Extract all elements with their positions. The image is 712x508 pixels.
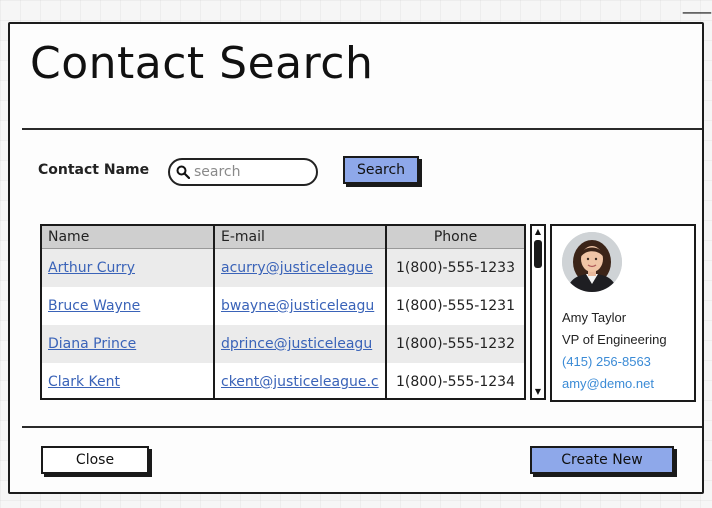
contact-name-link[interactable]: Arthur Curry bbox=[48, 260, 135, 276]
contact-name-cell: Arthur Curry bbox=[42, 248, 215, 287]
table-scrollbar[interactable]: ▲ ▼ bbox=[530, 224, 546, 400]
contact-email-link[interactable]: dprince@justiceleagu bbox=[221, 336, 372, 352]
search-button[interactable]: Search bbox=[343, 156, 419, 184]
table-header-row: Name E-mail Phone bbox=[42, 226, 524, 249]
contact-email-link[interactable]: acurry@justiceleague bbox=[221, 260, 373, 276]
contact-phone-cell: 1(800)-555-1233 bbox=[386, 248, 524, 287]
contact-name-link[interactable]: Bruce Wayne bbox=[48, 298, 140, 314]
table-row[interactable]: Bruce Wayne bwayne@justiceleagu 1(800)-5… bbox=[42, 287, 524, 325]
contact-email-link[interactable]: ckent@justiceleague.c bbox=[221, 374, 379, 390]
contact-email-cell: bwayne@justiceleagu bbox=[214, 287, 387, 325]
profile-email-link[interactable]: amy@demo.net bbox=[562, 376, 654, 391]
scroll-up-icon[interactable]: ▲ bbox=[532, 226, 544, 238]
avatar-photo bbox=[562, 232, 622, 292]
table-row[interactable]: Arthur Curry acurry@justiceleague 1(800)… bbox=[42, 248, 524, 287]
contact-email-link[interactable]: bwayne@justiceleagu bbox=[221, 298, 374, 314]
create-new-button[interactable]: Create New bbox=[530, 446, 674, 474]
contact-name-cell: Clark Kent bbox=[42, 363, 215, 398]
contact-profile-card: Amy Taylor VP of Engineering (415) 256-8… bbox=[550, 224, 696, 402]
contact-phone-cell: 1(800)-555-1234 bbox=[386, 363, 524, 398]
contact-name-link[interactable]: Clark Kent bbox=[48, 374, 120, 390]
search-icon bbox=[176, 165, 190, 179]
contacts-table: Name E-mail Phone Arthur Curry acurry@ju… bbox=[40, 224, 526, 400]
search-input[interactable] bbox=[194, 164, 304, 180]
scroll-down-icon[interactable]: ▼ bbox=[532, 386, 544, 398]
contact-name-label: Contact Name bbox=[38, 162, 150, 178]
contact-name-link[interactable]: Diana Prince bbox=[48, 336, 136, 352]
contact-name-cell: Diana Prince bbox=[42, 325, 215, 363]
avatar bbox=[562, 232, 622, 292]
footer-divider bbox=[22, 426, 702, 428]
profile-phone-link[interactable]: (415) 256-8563 bbox=[562, 354, 651, 369]
page-title: Contact Search bbox=[30, 38, 374, 89]
contact-email-cell: acurry@justiceleague bbox=[214, 248, 387, 287]
profile-role: VP of Engineering bbox=[562, 332, 667, 347]
profile-name: Amy Taylor bbox=[562, 310, 627, 325]
contact-search-dialog: Contact Search Contact Name Search Name … bbox=[8, 22, 704, 494]
table-row[interactable]: Clark Kent ckent@justiceleague.c 1(800)-… bbox=[42, 363, 524, 398]
search-field[interactable] bbox=[168, 158, 318, 186]
header-divider bbox=[22, 128, 702, 130]
contact-email-cell: ckent@justiceleague.c bbox=[214, 363, 387, 398]
contact-name-cell: Bruce Wayne bbox=[42, 287, 215, 325]
column-header-email[interactable]: E-mail bbox=[214, 226, 387, 249]
scroll-thumb[interactable] bbox=[534, 240, 542, 268]
window-corner-icon: ⸺ bbox=[681, 2, 712, 23]
table-row[interactable]: Diana Prince dprince@justiceleagu 1(800)… bbox=[42, 325, 524, 363]
contact-phone-cell: 1(800)-555-1232 bbox=[386, 325, 524, 363]
column-header-phone[interactable]: Phone bbox=[386, 226, 524, 249]
contact-phone-cell: 1(800)-555-1231 bbox=[386, 287, 524, 325]
column-header-name[interactable]: Name bbox=[42, 226, 215, 249]
contact-email-cell: dprince@justiceleagu bbox=[214, 325, 387, 363]
close-button[interactable]: Close bbox=[41, 446, 149, 474]
